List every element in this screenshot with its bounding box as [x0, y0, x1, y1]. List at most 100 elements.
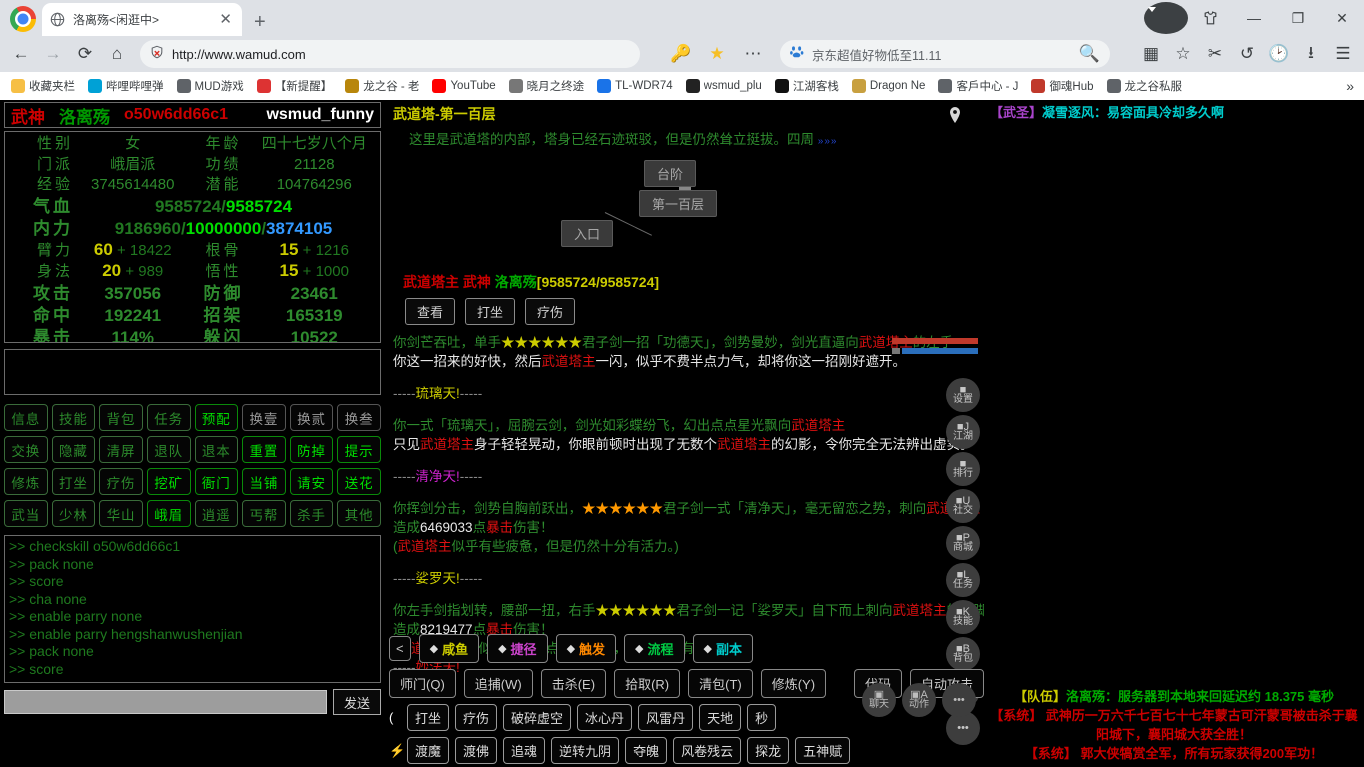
- toolbar-prev-button[interactable]: <: [389, 636, 411, 661]
- quick-button-逍遥[interactable]: 逍遥: [194, 500, 239, 527]
- shirt-icon[interactable]: [1188, 2, 1232, 34]
- left-arrow-icon[interactable]: (: [389, 710, 401, 725]
- quick-button-丐帮[interactable]: 丐帮: [242, 500, 286, 527]
- more-omnibox-icon[interactable]: ⋯: [738, 39, 768, 69]
- quick-button-换壹[interactable]: 换壹: [242, 404, 286, 431]
- quick-button-提示[interactable]: 提示: [337, 436, 381, 463]
- send-button[interactable]: 发送: [333, 689, 381, 715]
- bookmark-item[interactable]: YouTube: [427, 77, 500, 95]
- quick-button-隐藏[interactable]: 隐藏: [51, 436, 96, 463]
- search-box[interactable]: 京东超值好物低至11.11 🔍: [780, 40, 1110, 68]
- toolbar-button-捷径[interactable]: ◆ 捷径: [487, 634, 548, 663]
- search-input[interactable]: 京东超值好物低至11.11: [812, 45, 1071, 64]
- quick-button-任务[interactable]: 任务: [146, 404, 191, 431]
- command-button-击杀(E)[interactable]: 击杀(E): [540, 669, 607, 698]
- quick-button-交换[interactable]: 交换: [4, 436, 48, 463]
- minimize-button[interactable]: —: [1232, 2, 1276, 34]
- skill-button-五神赋[interactable]: 五神赋: [795, 737, 851, 764]
- bookmark-item[interactable]: TL-WDR74: [592, 77, 678, 95]
- skill-button-冰心丹[interactable]: 冰心丹: [577, 704, 633, 731]
- bookmark-item[interactable]: Dragon Ne: [847, 77, 931, 95]
- skill-button-风卷残云[interactable]: 风卷残云: [673, 737, 742, 764]
- password-key-icon[interactable]: 🔑: [666, 39, 696, 69]
- command-button-修炼(Y)[interactable]: 修炼(Y): [760, 669, 827, 698]
- skill-button-夺魄[interactable]: 夺魄: [625, 737, 668, 764]
- quick-button-峨眉[interactable]: 峨眉: [146, 500, 191, 527]
- skill-button-风雷丹[interactable]: 风雷丹: [638, 704, 694, 731]
- collections-icon[interactable]: ☆: [1168, 39, 1198, 69]
- skill-button-破碎虚空[interactable]: 破碎虚空: [503, 704, 572, 731]
- quick-button-衙门[interactable]: 衙门: [194, 468, 239, 495]
- quick-button-少林[interactable]: 少林: [51, 500, 96, 527]
- float-button-动作[interactable]: ▣A 动作: [902, 683, 936, 717]
- command-input[interactable]: [4, 690, 327, 714]
- quick-button-退本[interactable]: 退本: [194, 436, 239, 463]
- quick-button-换叁[interactable]: 换叁: [337, 404, 381, 431]
- menu-icon[interactable]: ☰: [1328, 39, 1358, 69]
- map-node-1[interactable]: 台阶: [644, 160, 697, 187]
- home-button[interactable]: ⌂: [102, 39, 132, 69]
- toolbar-button-咸鱼[interactable]: ◆ 咸鱼: [418, 634, 480, 663]
- tab-close-icon[interactable]: ✕: [217, 12, 234, 27]
- profile-avatar[interactable]: [1144, 2, 1188, 34]
- command-button-拾取(R)[interactable]: 拾取(R): [614, 669, 681, 698]
- bookmark-item[interactable]: 收藏夹栏: [6, 76, 80, 96]
- skill-button-渡佛[interactable]: 渡佛: [455, 737, 498, 764]
- rail-button-技能[interactable]: ■K 技能: [946, 600, 980, 634]
- quick-button-其他[interactable]: 其他: [337, 500, 381, 527]
- quick-button-挖矿[interactable]: 挖矿: [146, 468, 191, 495]
- forward-button[interactable]: →: [38, 39, 68, 69]
- target-action-打坐[interactable]: 打坐: [465, 298, 516, 325]
- maximize-button[interactable]: ❐: [1276, 2, 1320, 34]
- bookmark-item[interactable]: 哔哩哔哩弹: [83, 76, 169, 96]
- close-window-button[interactable]: ✕: [1320, 2, 1364, 34]
- float-button-more[interactable]: •••: [942, 683, 976, 717]
- address-bar[interactable]: http://www.wamud.com: [140, 40, 640, 68]
- scissors-icon[interactable]: ✂: [1200, 39, 1230, 69]
- bookmark-item[interactable]: MUD游戏: [172, 76, 249, 96]
- quick-button-华山[interactable]: 华山: [99, 500, 143, 527]
- bookmark-item[interactable]: wsmud_plu: [681, 77, 767, 95]
- new-tab-button[interactable]: +: [254, 12, 266, 32]
- bookmark-item[interactable]: 晓月之终途: [504, 76, 590, 96]
- rail-button-商城[interactable]: ■P 商城: [946, 526, 980, 560]
- quick-button-疗伤[interactable]: 疗伤: [99, 468, 143, 495]
- skill-button-探龙[interactable]: 探龙: [747, 737, 790, 764]
- toolbar-button-触发[interactable]: ◆ 触发: [555, 634, 617, 663]
- bookmark-item[interactable]: 龙之谷私服: [1102, 76, 1188, 96]
- bookmark-item[interactable]: 龙之谷 - 老: [340, 76, 424, 96]
- bookmark-item[interactable]: 江湖客栈: [770, 76, 844, 96]
- quick-button-送花[interactable]: 送花: [337, 468, 381, 495]
- quick-button-清屏[interactable]: 清屏: [99, 436, 143, 463]
- apps-grid-icon[interactable]: ▦: [1136, 39, 1166, 69]
- quick-button-预配[interactable]: 预配: [194, 404, 239, 431]
- bookmark-item[interactable]: 御魂Hub: [1026, 76, 1098, 96]
- skill-button-逆转九阴[interactable]: 逆转九阴: [551, 737, 620, 764]
- bookmarks-overflow-button[interactable]: »: [1346, 78, 1358, 94]
- skill-button-天地[interactable]: 天地: [699, 704, 742, 731]
- toolbar-button-副本[interactable]: ◆ 副本: [692, 634, 754, 663]
- skill-button-疗伤[interactable]: 疗伤: [455, 704, 498, 731]
- rail-button-设置[interactable]: ■ 设置: [946, 378, 980, 412]
- command-button-清包(T)[interactable]: 清包(T): [688, 669, 753, 698]
- toolbar-button-流程[interactable]: ◆ 流程: [624, 634, 685, 663]
- quick-button-当铺[interactable]: 当铺: [242, 468, 286, 495]
- notes-area[interactable]: [4, 349, 381, 395]
- map-node-3[interactable]: 入口: [561, 220, 614, 247]
- room-exits-icon[interactable]: »»»: [818, 136, 838, 147]
- quick-button-背包[interactable]: 背包: [99, 404, 143, 431]
- float-button-聊天[interactable]: ▣ 聊天: [862, 683, 896, 717]
- bookmark-star-icon[interactable]: ★: [702, 39, 732, 69]
- rail-button-江湖[interactable]: ■J 江湖: [946, 415, 980, 449]
- downloads-icon[interactable]: ⭳: [1296, 39, 1326, 69]
- command-button-追捕(W)[interactable]: 追捕(W): [463, 669, 533, 698]
- quick-button-请安[interactable]: 请安: [289, 468, 334, 495]
- quick-button-技能[interactable]: 技能: [51, 404, 96, 431]
- quick-button-退队[interactable]: 退队: [146, 436, 191, 463]
- bookmark-item[interactable]: 【新提醒】: [252, 76, 338, 96]
- reload-button[interactable]: ⟳: [70, 39, 100, 69]
- skill-button-打坐[interactable]: 打坐: [407, 704, 450, 731]
- map-node-2[interactable]: 第一百层: [639, 190, 718, 217]
- rail-button-任务[interactable]: ■L 任务: [946, 563, 980, 597]
- undo-icon[interactable]: ↺: [1232, 39, 1262, 69]
